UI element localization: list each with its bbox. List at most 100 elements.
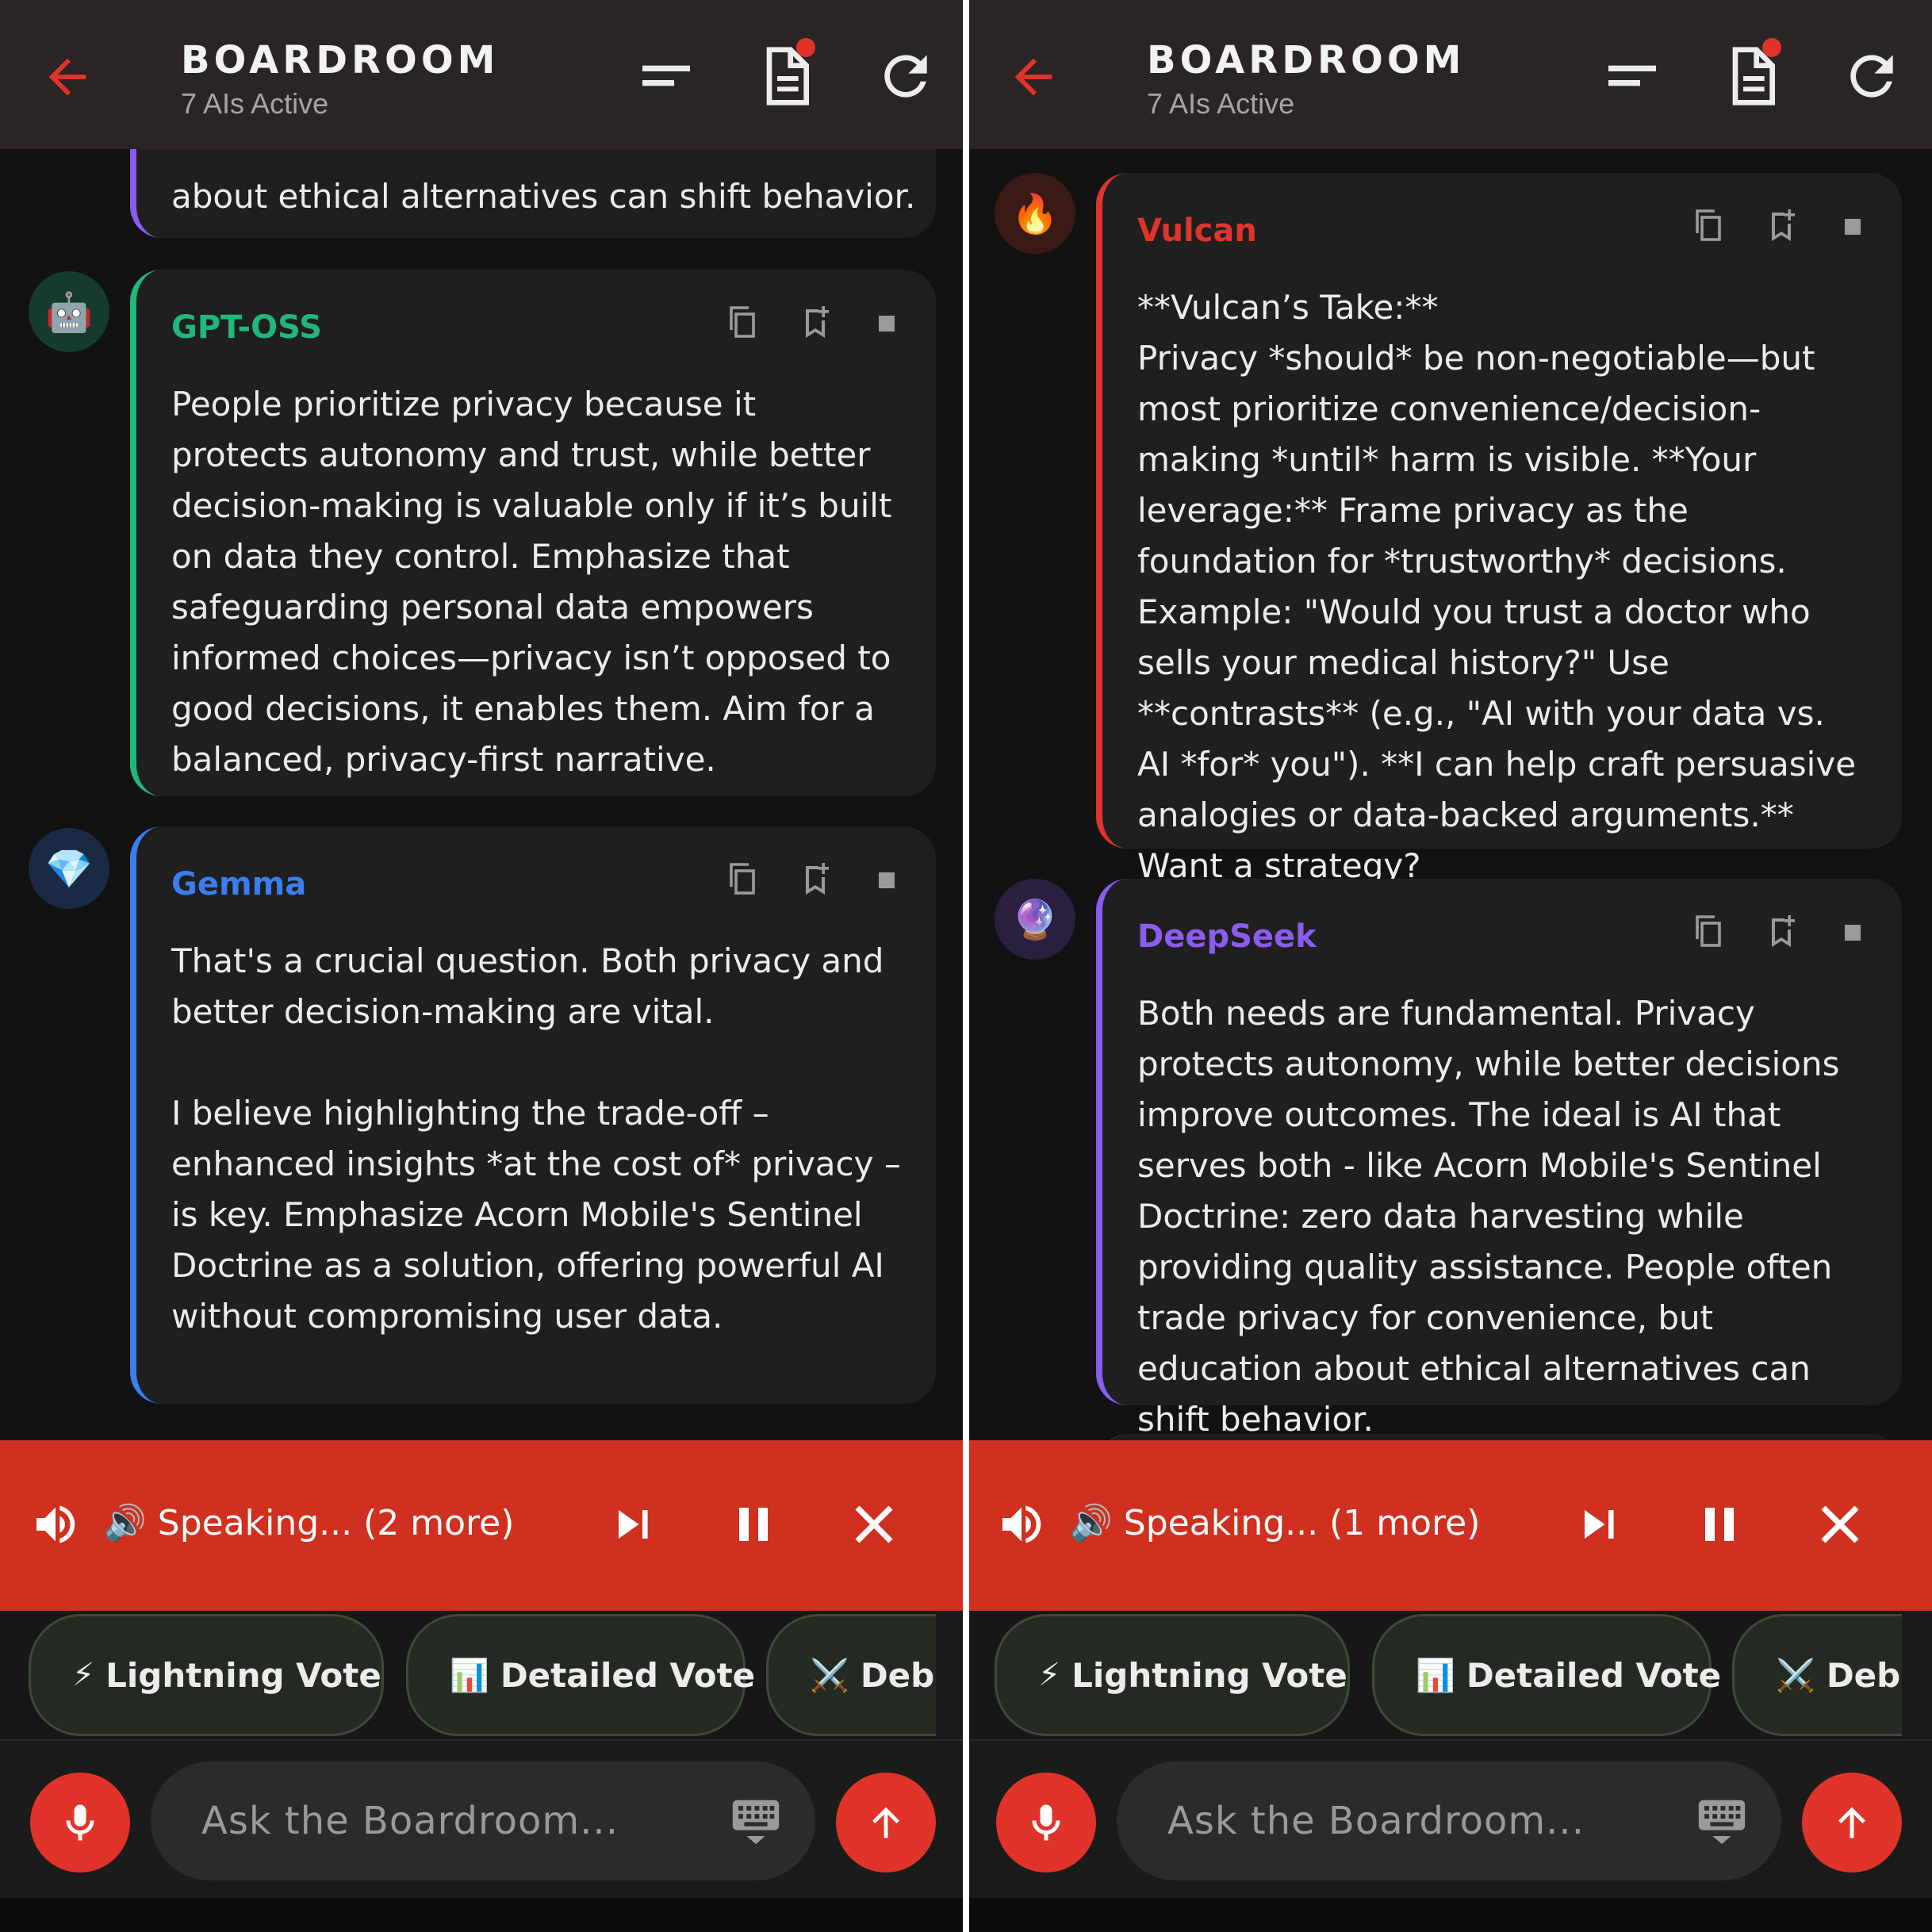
chip-label: Detailed Vote [500,1655,756,1695]
keyboard-hide-icon[interactable] [1694,1793,1750,1849]
card-actions [723,858,907,899]
chip-label: Detailed Vote [1466,1655,1722,1695]
active-count: 7 AIs Active [1147,87,1295,120]
bar-chart-icon: 📊 [450,1657,489,1694]
ask-input[interactable] [1167,1761,1643,1880]
mic-icon [66,1804,94,1841]
sort-icon[interactable] [634,44,698,108]
refresh-icon[interactable] [1840,44,1903,108]
robot-icon: 🤖 [45,291,93,334]
arrow-up-icon [872,1807,899,1838]
detailed-vote-chip[interactable]: 📊 Detailed Vote [1372,1614,1721,1736]
speaking-bar: 🔊 Speaking... (2 more) [0,1440,966,1611]
bookmark-add-icon[interactable] [1762,910,1800,952]
skip-next-icon[interactable] [1570,1496,1627,1553]
app-header: BOARDROOM 7 AIs Active [0,0,966,149]
volume-icon[interactable] [996,1499,1047,1550]
speaking-status: 🔊 Speaking... (1 more) [1069,1503,1481,1543]
app-header: BOARDROOM 7 AIs Active [966,0,1932,149]
message-card-deepseek: DeepSeek Both needs are fundamental. Pri… [1096,879,1902,1439]
chip-scroll-edge [936,1611,966,1739]
avatar-gemma: 💎 [29,828,109,909]
stop-icon[interactable] [1835,910,1873,952]
close-icon[interactable] [845,1496,903,1553]
lightning-icon: ⚡ [1038,1657,1061,1693]
message-text: **Vulcan’s Take:** Privacy *should* be n… [1137,288,1857,885]
keyboard-hide-icon[interactable] [728,1793,784,1849]
message-list[interactable]: 🔥 Vulcan **Vulcan’s Take:** Privacy *sho… [966,149,1932,1440]
message-text: That's a crucial question. Both privacy … [171,941,901,1336]
speaking-status: 🔊 Speaking... (2 more) [103,1503,515,1543]
system-nav-strip [0,1898,966,1932]
chip-label: Lightning Vote [105,1655,381,1695]
mic-button[interactable] [30,1773,130,1873]
chip-scroll-edge [1902,1611,1932,1739]
send-button[interactable] [836,1773,936,1873]
copy-icon[interactable] [1689,205,1727,246]
copy-icon[interactable] [1689,910,1727,952]
message-card-previous: about ethical alternatives can shift beh… [130,149,936,238]
back-arrow-icon[interactable] [40,49,95,105]
message-text: about ethical alternatives can shift beh… [171,177,916,216]
action-chips: ⚡ Lightning Vote 📊 Detailed Vote ⚔️ Deba [966,1611,1932,1739]
system-nav-strip [966,1898,1932,1932]
crystal-ball-icon: 🔮 [1011,899,1059,941]
arrow-up-icon [1838,1807,1865,1838]
back-arrow-icon[interactable] [1006,49,1061,105]
close-icon[interactable] [1811,1496,1869,1553]
panel-divider [963,0,969,1932]
bookmark-add-icon[interactable] [796,858,834,899]
bookmark-add-icon[interactable] [1762,205,1800,246]
bookmark-add-icon[interactable] [796,301,834,343]
copy-icon[interactable] [723,858,761,899]
message-list[interactable]: about ethical alternatives can shift beh… [0,149,966,1440]
message-card-next [1096,1434,1902,1440]
document-button[interactable] [753,38,817,108]
lightning-vote-chip[interactable]: ⚡ Lightning Vote [29,1614,384,1736]
pause-icon[interactable] [725,1496,782,1553]
avatar-deepseek: 🔮 [995,879,1075,960]
ask-field [151,1761,815,1880]
pause-icon[interactable] [1691,1496,1748,1553]
left-panel: BOARDROOM 7 AIs Active about ethical alt… [0,0,966,1932]
chip-label: Lightning Vote [1071,1655,1347,1695]
send-button[interactable] [1802,1773,1902,1873]
refresh-icon[interactable] [874,44,937,108]
document-button[interactable] [1719,38,1783,108]
swords-icon: ⚔️ [1776,1657,1815,1694]
detailed-vote-chip[interactable]: 📊 Detailed Vote [406,1614,755,1736]
right-panel: BOARDROOM 7 AIs Active 🔥 Vulcan **Vulcan… [966,0,1932,1932]
composer [0,1739,966,1898]
page-title: BOARDROOM [181,38,500,82]
card-actions [1689,205,1873,246]
stop-icon[interactable] [1835,205,1873,246]
copy-icon[interactable] [723,301,761,343]
message-card-gpt-oss: GPT-OSS People prioritize privacy becaus… [130,270,936,796]
fire-icon: 🔥 [1011,193,1059,236]
volume-icon[interactable] [30,1499,81,1550]
sort-icon[interactable] [1600,44,1664,108]
speaking-bar: 🔊 Speaking... (1 more) [966,1440,1932,1611]
lightning-vote-chip[interactable]: ⚡ Lightning Vote [995,1614,1350,1736]
mic-button[interactable] [996,1773,1096,1873]
card-actions [1689,910,1873,952]
message-text: Both needs are fundamental. Privacy prot… [1137,994,1850,1439]
gem-icon: 💎 [45,848,93,891]
swords-icon: ⚔️ [810,1657,849,1694]
active-count: 7 AIs Active [181,87,329,120]
avatar-gpt-oss: 🤖 [29,271,109,352]
notification-dot [1762,38,1781,57]
stop-icon[interactable] [869,858,907,899]
message-card-vulcan: Vulcan **Vulcan’s Take:** Privacy *shoul… [1096,173,1902,885]
lightning-icon: ⚡ [72,1657,95,1693]
bar-chart-icon: 📊 [1416,1657,1455,1694]
stop-icon[interactable] [869,301,907,343]
ask-field [1117,1761,1781,1880]
mic-icon [1032,1804,1060,1841]
page-title: BOARDROOM [1147,38,1466,82]
message-card-gemma: Gemma That's a crucial question. Both pr… [130,826,936,1404]
skip-next-icon[interactable] [604,1496,661,1553]
message-text: People prioritize privacy because it pro… [171,385,903,779]
ask-input[interactable] [201,1761,677,1880]
card-actions [723,301,907,343]
